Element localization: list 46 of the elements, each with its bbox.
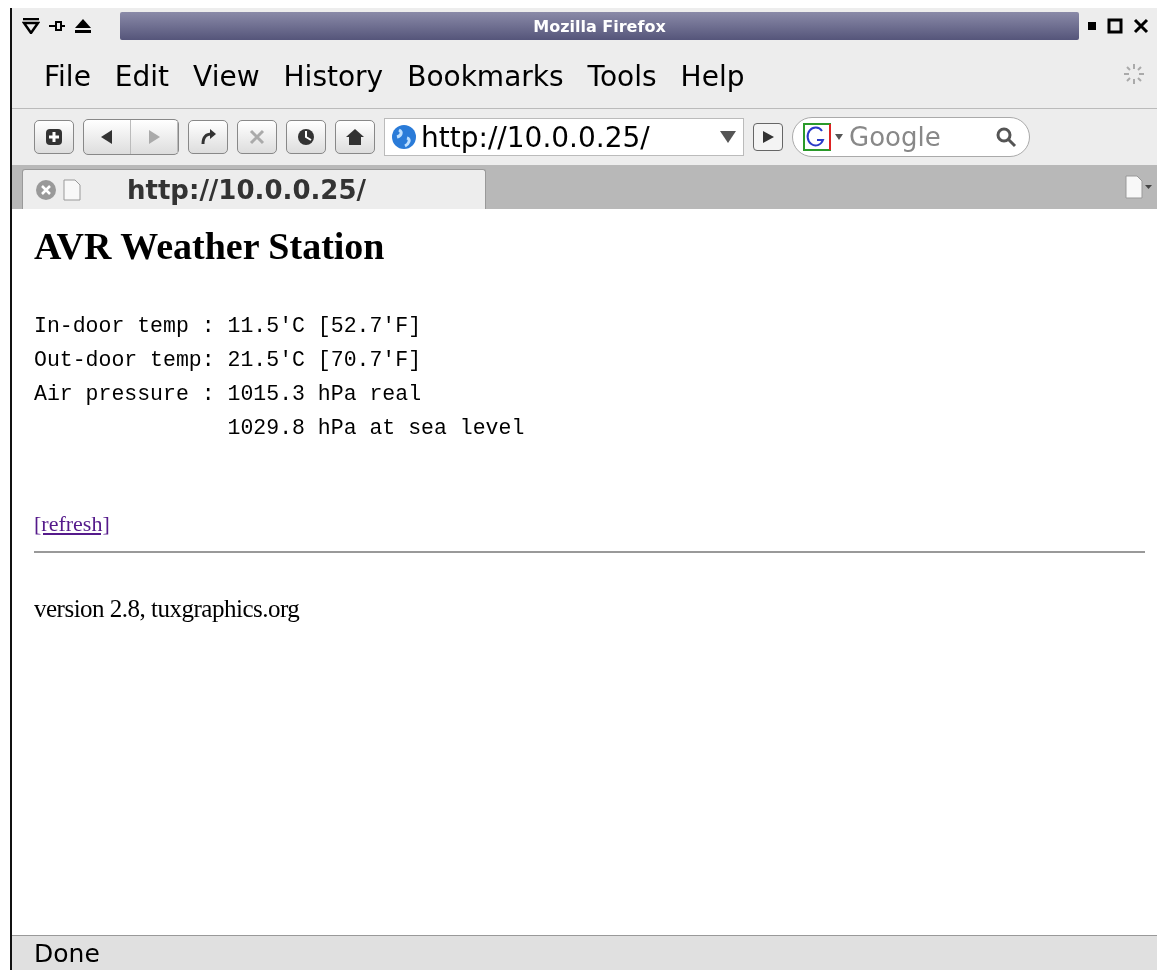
maximize-icon[interactable] bbox=[1107, 18, 1123, 34]
caret-icon bbox=[835, 133, 843, 141]
search-input[interactable]: Google bbox=[847, 121, 991, 153]
reading-line: Air pressure : 1015.3 hPa real bbox=[34, 381, 423, 408]
reload-button[interactable] bbox=[188, 120, 228, 154]
clock-button[interactable] bbox=[286, 120, 326, 154]
page-icon bbox=[63, 178, 81, 201]
home-button[interactable] bbox=[335, 120, 375, 154]
menu-item[interactable]: View bbox=[181, 59, 272, 93]
menu-item[interactable]: History bbox=[271, 59, 396, 93]
plus-icon bbox=[44, 127, 64, 147]
clock-icon bbox=[296, 127, 316, 147]
close-icon[interactable] bbox=[1133, 18, 1149, 34]
shade-icon[interactable] bbox=[22, 18, 40, 34]
eject-icon[interactable] bbox=[74, 18, 92, 34]
back-forward-button[interactable] bbox=[83, 119, 179, 155]
home-icon bbox=[345, 127, 365, 147]
menu-item[interactable]: Edit bbox=[102, 59, 182, 93]
search-field[interactable]: Google bbox=[792, 117, 1030, 157]
pin-icon[interactable] bbox=[48, 18, 66, 34]
refresh-link[interactable]: [refresh] bbox=[34, 511, 110, 536]
menu-item[interactable]: Bookmarks bbox=[395, 59, 576, 93]
reading-line: 1029.8 hPa at sea level bbox=[226, 415, 526, 442]
menu-item[interactable]: Tools bbox=[575, 59, 669, 93]
address-field[interactable]: http://10.0.0.25/ bbox=[384, 118, 744, 156]
menu-item[interactable]: Help bbox=[668, 59, 757, 93]
search-icon bbox=[995, 126, 1017, 148]
plus-button[interactable] bbox=[34, 120, 74, 154]
page-heading: AVR Weather Station bbox=[34, 224, 386, 269]
status-text: Done bbox=[34, 938, 100, 968]
globe-icon bbox=[391, 124, 417, 150]
tab[interactable]: http://10.0.0.25/ bbox=[22, 169, 486, 209]
version-text: version 2.8, tuxgraphics.org bbox=[34, 595, 301, 623]
minimize-icon[interactable] bbox=[1087, 21, 1097, 31]
stop-button[interactable] bbox=[237, 120, 277, 154]
stop-icon bbox=[247, 127, 267, 147]
tab-list-icon[interactable] bbox=[1125, 175, 1153, 199]
play-icon bbox=[761, 130, 775, 144]
reading-line: In-door temp : 11.5'C [52.7'F] bbox=[34, 313, 423, 340]
reading-line: Out-door temp: 21.5'C [70.7'F] bbox=[34, 347, 423, 374]
search-engine-icon[interactable] bbox=[803, 123, 831, 151]
dropdown-icon[interactable] bbox=[719, 130, 737, 144]
go-button[interactable] bbox=[753, 123, 783, 151]
window-title: Mozilla Firefox bbox=[533, 16, 666, 36]
menu-item[interactable]: File bbox=[32, 59, 103, 93]
spinner-icon bbox=[1123, 63, 1145, 85]
